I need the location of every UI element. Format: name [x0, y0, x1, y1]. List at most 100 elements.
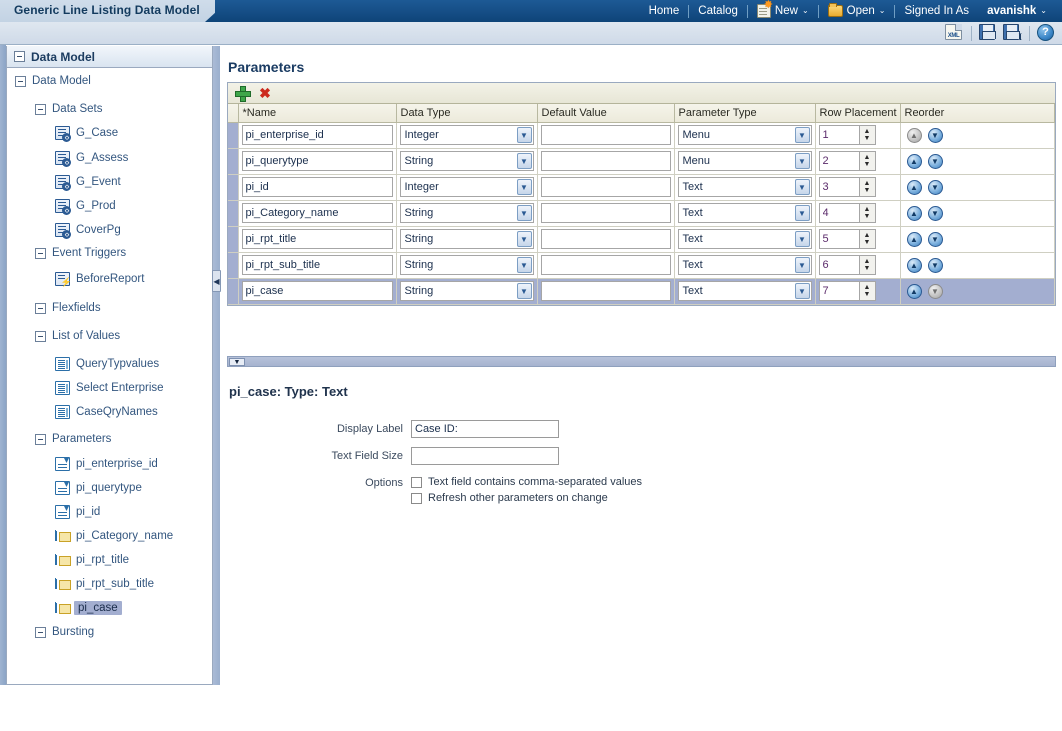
spinner-up-icon[interactable]: ▲ [864, 232, 871, 239]
parameter-type-select[interactable]: Menu ▼ [677, 125, 812, 145]
tree-item-flexfields[interactable]: Flexfields [35, 302, 101, 314]
display-label-input[interactable] [411, 420, 559, 438]
spinner-up-icon[interactable]: ▲ [864, 206, 871, 213]
xml-view-button[interactable] [945, 24, 964, 43]
chevron-down-icon[interactable]: ▼ [794, 257, 810, 273]
tree-item-g-prod[interactable]: G_Prod [55, 199, 116, 215]
sidebar-collapse-handle[interactable]: ◀ [212, 270, 221, 292]
chevron-down-icon[interactable]: ▼ [794, 205, 810, 221]
data-type-select[interactable]: String ▼ [399, 151, 534, 171]
row-placement-spin-buttons[interactable]: ▲ ▼ [858, 177, 876, 197]
tree-item-pi-enterprise-id[interactable]: pi_enterprise_id [55, 457, 158, 471]
spinner-down-icon[interactable]: ▼ [864, 291, 871, 298]
column-header-name[interactable]: *Name [238, 104, 397, 123]
row-selector-cell[interactable] [228, 174, 239, 201]
data-type-select[interactable]: String ▼ [399, 281, 534, 301]
row-placement-spin-buttons[interactable]: ▲ ▼ [858, 125, 876, 145]
tree-item-pi-category-name[interactable]: pi_Category_name [55, 529, 173, 543]
spinner-down-icon[interactable]: ▼ [864, 161, 871, 168]
table-row[interactable]: String▼Text▼▲▼▲▼ [228, 252, 1055, 279]
column-header-reorder[interactable]: Reorder [900, 104, 1055, 123]
detail-splitter[interactable]: ▼ [227, 356, 1056, 367]
spinner-down-icon[interactable]: ▼ [864, 265, 871, 272]
tree-item-pi-id[interactable]: pi_id [55, 505, 100, 519]
chevron-down-icon[interactable]: ▼ [794, 231, 810, 247]
save-button[interactable] [979, 24, 998, 43]
move-down-icon[interactable]: ▼ [927, 257, 943, 273]
spinner-down-icon[interactable]: ▼ [864, 135, 871, 142]
chevron-down-icon[interactable]: ▼ [516, 153, 532, 169]
chevron-down-icon[interactable]: ▼ [516, 179, 532, 195]
parameter-type-select[interactable]: Text ▼ [677, 281, 812, 301]
parameter-type-select[interactable]: Text ▼ [677, 229, 812, 249]
tree-item-g-case[interactable]: G_Case [55, 126, 118, 142]
row-placement-spin-buttons[interactable]: ▲ ▼ [858, 255, 876, 275]
parameter-name-input[interactable] [241, 151, 393, 171]
row-selector-cell[interactable] [228, 200, 239, 227]
move-up-icon[interactable]: ▲ [906, 283, 922, 299]
tree-item-g-assess[interactable]: G_Assess [55, 151, 128, 167]
tree-item-event-triggers[interactable]: Event Triggers [35, 247, 126, 259]
move-up-icon[interactable]: ▲ [906, 257, 922, 273]
parameter-name-input[interactable] [241, 203, 393, 223]
add-parameter-button[interactable] [235, 86, 251, 102]
chevron-down-icon[interactable]: ▼ [516, 231, 532, 247]
move-down-icon[interactable]: ▼ [927, 179, 943, 195]
tree-item-pi-rpt-sub-title[interactable]: pi_rpt_sub_title [55, 577, 154, 591]
spinner-up-icon[interactable]: ▲ [864, 258, 871, 265]
help-button[interactable]: ? [1037, 24, 1056, 43]
delete-parameter-button[interactable]: ✖ [258, 86, 272, 100]
chevron-down-icon[interactable]: ▼ [516, 257, 532, 273]
data-type-select[interactable]: String ▼ [399, 255, 534, 275]
row-placement-input[interactable] [818, 177, 859, 197]
parameter-name-input[interactable] [241, 229, 393, 249]
tree-item-list-of-values[interactable]: List of Values [35, 330, 120, 342]
row-placement-spin-buttons[interactable]: ▲ ▼ [858, 151, 876, 171]
default-value-input[interactable] [540, 229, 671, 249]
parameter-name-input[interactable] [241, 281, 393, 301]
parameter-type-select[interactable]: Text ▼ [677, 177, 812, 197]
table-row[interactable]: String▼Text▼▲▼▲▼ [228, 200, 1055, 227]
text-field-size-input[interactable] [411, 447, 559, 465]
default-value-input[interactable] [540, 281, 671, 301]
tree-item-select-enterprise[interactable]: Select Enterprise [55, 381, 164, 395]
row-placement-stepper[interactable]: ▲▼ [818, 125, 897, 145]
spinner-down-icon[interactable]: ▼ [864, 187, 871, 194]
chevron-down-icon[interactable]: ▼ [516, 283, 532, 299]
parameter-type-select[interactable]: Text ▼ [677, 255, 812, 275]
default-value-input[interactable] [540, 151, 671, 171]
chevron-down-icon[interactable]: ▼ [516, 127, 532, 143]
sidebar-splitter[interactable] [213, 46, 220, 685]
default-value-input[interactable] [540, 177, 671, 197]
row-placement-input[interactable] [818, 255, 859, 275]
row-placement-input[interactable] [818, 281, 859, 301]
row-placement-input[interactable] [818, 125, 859, 145]
tree-expand-toggle-icon[interactable] [35, 247, 46, 259]
default-value-input[interactable] [540, 203, 671, 223]
tree-item-g-event[interactable]: G_Event [55, 175, 121, 191]
parameter-name-input[interactable] [241, 177, 393, 197]
tree-item-querytypvalues[interactable]: QueryTypvalues [55, 357, 159, 371]
row-selector-cell[interactable] [228, 226, 239, 253]
column-header-row-placement[interactable]: Row Placement [815, 104, 901, 123]
column-header-parameter-type[interactable]: Parameter Type [674, 104, 816, 123]
row-placement-stepper[interactable]: ▲▼ [818, 151, 897, 171]
tree-expand-toggle-icon[interactable] [15, 75, 26, 87]
chevron-down-icon[interactable]: ▼ [794, 153, 810, 169]
table-row[interactable]: String▼Menu▼▲▼▲▼ [228, 148, 1055, 175]
parameter-type-select[interactable]: Text ▼ [677, 203, 812, 223]
row-placement-stepper[interactable]: ▲▼ [818, 203, 897, 223]
column-header-data-type[interactable]: Data Type [396, 104, 538, 123]
row-placement-input[interactable] [818, 229, 859, 249]
default-value-input[interactable] [540, 125, 671, 145]
parameter-type-select[interactable]: Menu ▼ [677, 151, 812, 171]
row-placement-input[interactable] [818, 203, 859, 223]
row-placement-stepper[interactable]: ▲▼ [818, 281, 897, 301]
row-placement-spin-buttons[interactable]: ▲ ▼ [858, 229, 876, 249]
tree-expand-toggle-icon[interactable] [35, 302, 46, 314]
spinner-up-icon[interactable]: ▲ [864, 180, 871, 187]
spinner-up-icon[interactable]: ▲ [864, 154, 871, 161]
move-down-icon[interactable]: ▼ [927, 127, 943, 143]
data-type-select[interactable]: Integer ▼ [399, 177, 534, 197]
move-up-icon[interactable]: ▲ [906, 231, 922, 247]
